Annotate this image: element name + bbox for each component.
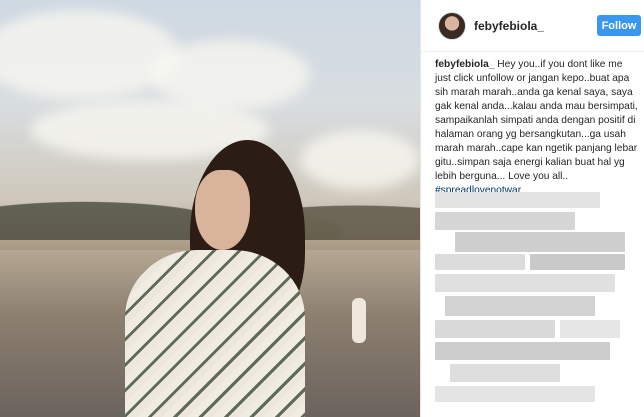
avatar[interactable] [438,12,466,40]
child-figure [352,298,366,343]
blurred-comment [445,296,595,316]
woman-dress [125,250,305,417]
follow-button[interactable]: Follow [597,15,641,36]
blurred-comment [435,386,595,402]
sky-cloud [150,40,310,110]
post-header: febyfebiola_ Follow [421,0,644,52]
woman-face [195,170,250,250]
post-sidebar: febyfebiola_ Follow febyfebiola_ Hey you… [420,0,644,417]
blurred-comment [435,192,600,208]
blurred-comment [435,342,610,360]
blurred-comment [435,320,555,338]
blurred-comment [435,212,575,230]
blurred-comment [455,232,625,252]
post-caption: febyfebiola_ Hey you..if you dont like m… [435,58,640,198]
post-photo[interactable] [0,0,420,417]
caption-author-link[interactable]: febyfebiola_ [435,59,494,70]
username-link[interactable]: febyfebiola_ [474,19,544,33]
blurred-comment [435,274,615,292]
blurred-comment [450,364,560,382]
caption-text: Hey you..if you dont like me just click … [435,59,638,182]
blurred-comment [435,254,525,270]
blurred-comment [560,320,620,338]
pixelated-comments [435,192,640,417]
blurred-comment [530,254,625,270]
sky-cloud [0,10,180,100]
